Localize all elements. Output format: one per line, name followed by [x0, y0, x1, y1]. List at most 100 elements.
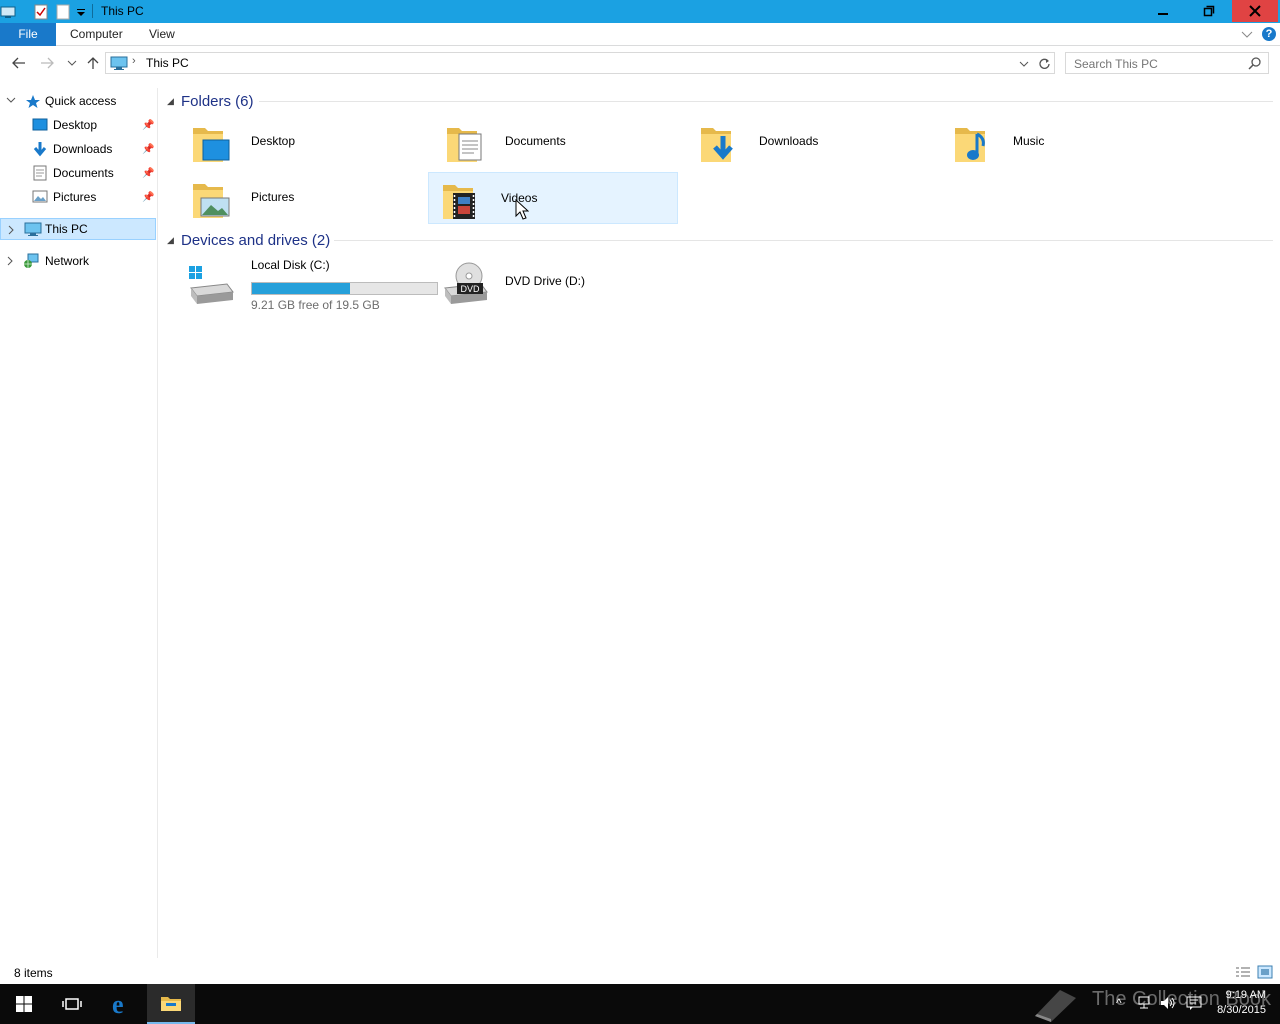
folder-name: Downloads	[759, 134, 819, 148]
status-bar: 8 items	[0, 962, 1280, 984]
this-pc-icon	[24, 222, 42, 236]
folder-name: Documents	[505, 134, 566, 148]
nav-item-documents[interactable]: Documents 📌	[0, 162, 156, 184]
back-arrow-icon	[12, 57, 25, 69]
nav-item-downloads[interactable]: Downloads 📌	[0, 138, 156, 160]
nav-item-network[interactable]: Network	[0, 250, 156, 272]
task-view-icon	[62, 998, 82, 1010]
this-pc-icon	[110, 56, 128, 70]
svg-text:e: e	[112, 992, 124, 1016]
action-center-icon[interactable]	[1186, 996, 1202, 1010]
folder-tile-downloads[interactable]: Downloads	[687, 116, 937, 168]
task-view-button[interactable]	[48, 984, 96, 1024]
help-button[interactable]: ?	[1262, 27, 1276, 41]
start-button[interactable]	[0, 984, 48, 1024]
documents-folder-icon	[447, 128, 482, 162]
address-dropdown-icon[interactable]	[1019, 60, 1029, 68]
folder-tile-documents[interactable]: Documents	[433, 116, 683, 168]
network-icon	[24, 253, 39, 268]
chevron-right-icon[interactable]	[8, 225, 16, 235]
search-icon[interactable]	[1248, 57, 1261, 70]
tray-chevron-icon[interactable]: ^	[1116, 996, 1122, 1010]
disk-usage-fill	[252, 283, 351, 294]
pin-icon[interactable]: 📌	[142, 144, 154, 155]
chevron-down-icon[interactable]	[6, 97, 16, 105]
devices-group-header[interactable]: ◢ Devices and drives (2)	[159, 229, 1273, 251]
ribbon: File Computer View ?	[0, 23, 1280, 46]
content-pane: ◢ Folders (6) Desktop Documents Download…	[159, 88, 1280, 958]
desktop-icon	[32, 118, 48, 131]
forward-button[interactable]	[38, 55, 56, 71]
windows-logo-icon	[16, 996, 32, 1012]
collapse-triangle-icon[interactable]: ◢	[167, 235, 174, 246]
folder-tile-pictures[interactable]: Pictures	[179, 172, 429, 224]
nav-label: Network	[45, 254, 90, 268]
file-explorer-icon	[161, 997, 181, 1011]
edge-icon: e	[112, 992, 124, 1016]
large-icons-view-icon[interactable]	[1257, 965, 1273, 979]
address-bar[interactable]: › This PC	[105, 52, 1055, 74]
app-icon[interactable]	[0, 3, 16, 20]
dvd-drive-icon: DVD	[444, 262, 488, 304]
clock-time: 9:19 AM	[1225, 989, 1266, 1001]
tab-computer[interactable]: Computer	[60, 23, 133, 46]
properties-icon[interactable]	[34, 3, 48, 20]
folder-tile-videos[interactable]: Videos	[428, 172, 678, 224]
folders-group-header[interactable]: ◢ Folders (6)	[159, 90, 1273, 112]
folder-tile-music[interactable]: Music	[941, 116, 1191, 168]
drive-tile-dvd[interactable]: DVD DVD Drive (D:)	[433, 258, 683, 310]
search-input[interactable]	[1074, 56, 1244, 71]
pin-icon[interactable]: 📌	[142, 168, 154, 179]
picture-icon	[32, 190, 48, 203]
item-count: 8 items	[14, 966, 53, 980]
nav-item-this-pc[interactable]: This PC	[0, 218, 156, 240]
nav-item-desktop[interactable]: Desktop 📌	[0, 114, 156, 136]
tab-file[interactable]: File	[0, 23, 56, 46]
nav-label: Quick access	[45, 94, 117, 108]
breadcrumb-separator-icon: ›	[132, 55, 136, 67]
title-bar: This PC	[0, 0, 1280, 23]
desktop-folder-icon	[193, 128, 230, 162]
music-folder-icon	[955, 128, 985, 162]
clock[interactable]: 9:19 AM 8/30/2015	[1217, 988, 1266, 1018]
nav-label: Downloads	[53, 142, 113, 156]
breadcrumb[interactable]: This PC	[146, 56, 189, 70]
taskbar: e The Collection Book ^ 9:19 AM 8/30/201…	[0, 984, 1280, 1024]
collapse-triangle-icon[interactable]: ◢	[167, 96, 174, 107]
close-button[interactable]	[1232, 0, 1278, 22]
minimize-button[interactable]	[1140, 0, 1186, 22]
up-button[interactable]	[84, 55, 102, 71]
window-title: This PC	[101, 4, 144, 18]
nav-quick-access[interactable]: Quick access	[0, 90, 156, 112]
volume-icon[interactable]	[1160, 996, 1176, 1010]
nav-label: Pictures	[53, 190, 97, 204]
pin-icon[interactable]: 📌	[142, 120, 154, 131]
disk-usage-bar	[251, 282, 438, 295]
drive-name: Local Disk (C:)	[251, 258, 330, 272]
nav-item-pictures[interactable]: Pictures 📌	[0, 186, 156, 208]
tab-view[interactable]: View	[139, 23, 185, 46]
details-view-icon[interactable]	[1235, 966, 1251, 979]
minimize-icon	[1158, 13, 1168, 15]
edge-browser-button[interactable]: e	[98, 984, 146, 1024]
navigation-pane: Quick access Desktop 📌 Downloads 📌 Docum…	[0, 88, 158, 958]
close-icon	[1249, 5, 1261, 17]
folder-tile-desktop[interactable]: Desktop	[179, 116, 429, 168]
customize-toolbar-icon[interactable]	[76, 3, 86, 20]
refresh-icon[interactable]	[1038, 57, 1051, 70]
download-icon	[33, 142, 47, 157]
folder-name: Music	[1013, 134, 1045, 148]
network-status-icon[interactable]	[1137, 996, 1151, 1009]
search-box[interactable]	[1065, 52, 1269, 74]
back-button[interactable]	[10, 55, 28, 71]
restore-button[interactable]	[1186, 0, 1232, 22]
drive-tile-local-disk[interactable]: Local Disk (C:) 9.21 GB free of 19.5 GB	[179, 258, 438, 312]
restore-icon	[1203, 5, 1215, 17]
dvd-icon-label: DVD	[460, 284, 480, 294]
new-folder-icon[interactable]	[56, 3, 70, 20]
file-explorer-button[interactable]	[147, 984, 195, 1024]
expand-ribbon-button[interactable]	[1241, 29, 1253, 43]
recent-locations-button[interactable]	[63, 55, 81, 71]
pin-icon[interactable]: 📌	[142, 192, 154, 203]
chevron-right-icon[interactable]	[7, 256, 15, 266]
